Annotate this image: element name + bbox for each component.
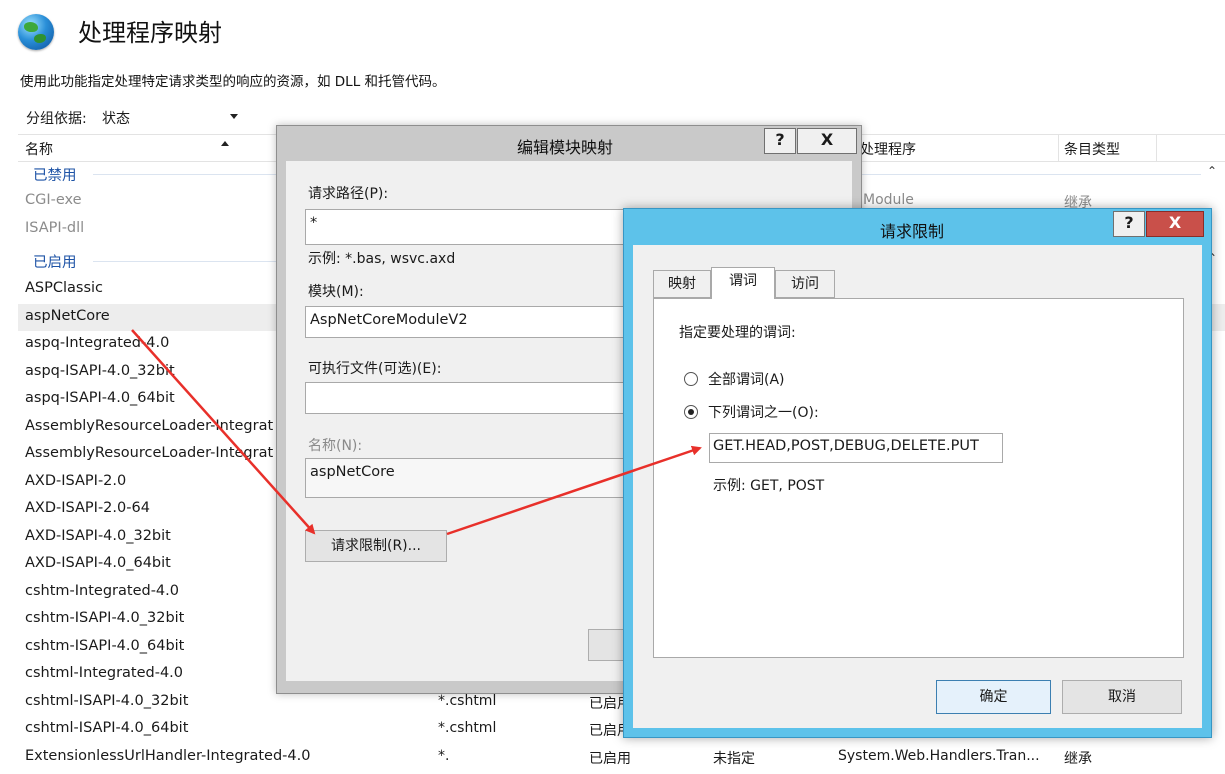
arrow-to-verbs-input <box>446 445 702 536</box>
annotation-arrows <box>131 329 702 536</box>
tab-verbs[interactable]: 谓词 <box>711 267 775 299</box>
arrow-to-restrictions-button <box>131 329 316 535</box>
